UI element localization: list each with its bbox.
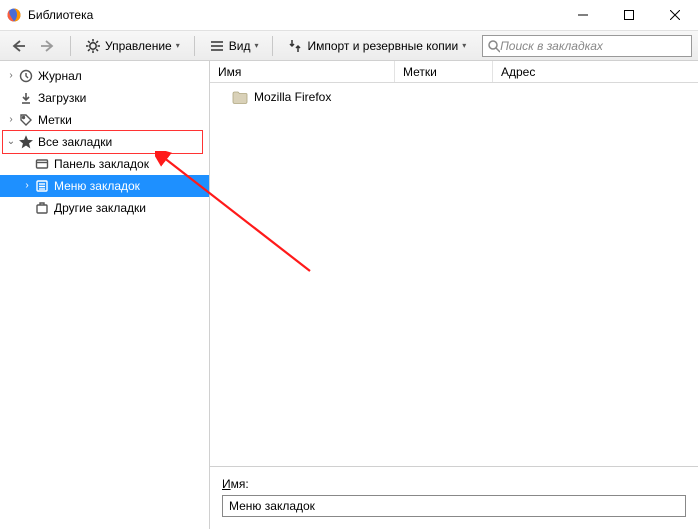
- tree-label: Журнал: [38, 69, 82, 83]
- download-icon: [18, 90, 34, 106]
- manage-label: Управление: [105, 39, 172, 53]
- window-controls: [560, 0, 698, 30]
- tree-label: Другие закладки: [54, 201, 146, 215]
- titlebar: Библиотека: [0, 0, 698, 30]
- maximize-button[interactable]: [606, 0, 652, 30]
- column-address[interactable]: Адрес: [493, 61, 698, 82]
- toolbar-separator: [194, 36, 195, 56]
- search-icon: [487, 39, 500, 53]
- chevron-right-icon: ›: [20, 181, 34, 191]
- details-name-label: Имя:: [222, 477, 254, 491]
- folder-icon: [232, 91, 248, 104]
- import-button[interactable]: Импорт и резервные копии ▾: [283, 34, 470, 58]
- tree-label: Загрузки: [38, 91, 86, 105]
- search-input[interactable]: [500, 39, 687, 53]
- star-icon: [18, 134, 34, 150]
- views-label: Вид: [229, 39, 251, 53]
- tree-label: Меню закладок: [54, 179, 140, 193]
- chevron-down-icon: ▾: [176, 41, 180, 50]
- tree-label: Все закладки: [38, 135, 112, 149]
- tree-item-bookmarks-toolbar[interactable]: Панель закладок: [0, 153, 209, 175]
- other-bookmarks-icon: [34, 200, 50, 216]
- column-name[interactable]: Имя: [210, 61, 395, 82]
- tree-item-all-bookmarks[interactable]: ⌄ Все закладки: [0, 131, 209, 153]
- tree-label: Метки: [38, 113, 72, 127]
- manage-button[interactable]: Управление ▾: [81, 34, 184, 58]
- forward-button[interactable]: [36, 34, 60, 58]
- views-button[interactable]: Вид ▾: [205, 34, 263, 58]
- firefox-app-icon: [6, 7, 22, 23]
- tree-label: Панель закладок: [54, 157, 149, 171]
- column-tags[interactable]: Метки: [395, 61, 493, 82]
- tree-item-downloads[interactable]: Загрузки: [0, 87, 209, 109]
- chevron-down-icon: ▾: [462, 41, 466, 50]
- list-item[interactable]: Mozilla Firefox: [210, 87, 698, 107]
- toolbar-separator: [272, 36, 273, 56]
- toolbar-separator: [70, 36, 71, 56]
- list-area: Mozilla Firefox: [210, 83, 698, 466]
- content-pane: Имя Метки Адрес Mozilla Firefox Имя:: [210, 61, 698, 529]
- search-box[interactable]: [482, 35, 692, 57]
- details-name-input[interactable]: [222, 495, 686, 517]
- minimize-button[interactable]: [560, 0, 606, 30]
- chevron-right-icon: ›: [4, 71, 18, 81]
- sidebar-tree: › Журнал Загрузки › Метки ⌄ Все закладки…: [0, 61, 210, 529]
- columns-header: Имя Метки Адрес: [210, 61, 698, 83]
- close-button[interactable]: [652, 0, 698, 30]
- chevron-down-icon: ⌄: [4, 137, 18, 147]
- toolbar: Управление ▾ Вид ▾ Импорт и резервные ко…: [0, 30, 698, 61]
- tree-item-tags[interactable]: › Метки: [0, 109, 209, 131]
- tree-item-history[interactable]: › Журнал: [0, 65, 209, 87]
- bookmarks-menu-icon: [34, 178, 50, 194]
- tree-item-bookmarks-menu[interactable]: › Меню закладок: [0, 175, 209, 197]
- chevron-right-icon: ›: [4, 115, 18, 125]
- main-split: › Журнал Загрузки › Метки ⌄ Все закладки…: [0, 61, 698, 529]
- tag-icon: [18, 112, 34, 128]
- back-button[interactable]: [6, 34, 30, 58]
- list-item-name: Mozilla Firefox: [254, 90, 331, 104]
- chevron-down-icon: ▾: [254, 41, 258, 50]
- details-pane: Имя:: [210, 466, 698, 529]
- clock-icon: [18, 68, 34, 84]
- tree-item-other-bookmarks[interactable]: Другие закладки: [0, 197, 209, 219]
- bookmarks-toolbar-icon: [34, 156, 50, 172]
- import-label: Импорт и резервные копии: [307, 39, 458, 53]
- window-title: Библиотека: [28, 8, 560, 22]
